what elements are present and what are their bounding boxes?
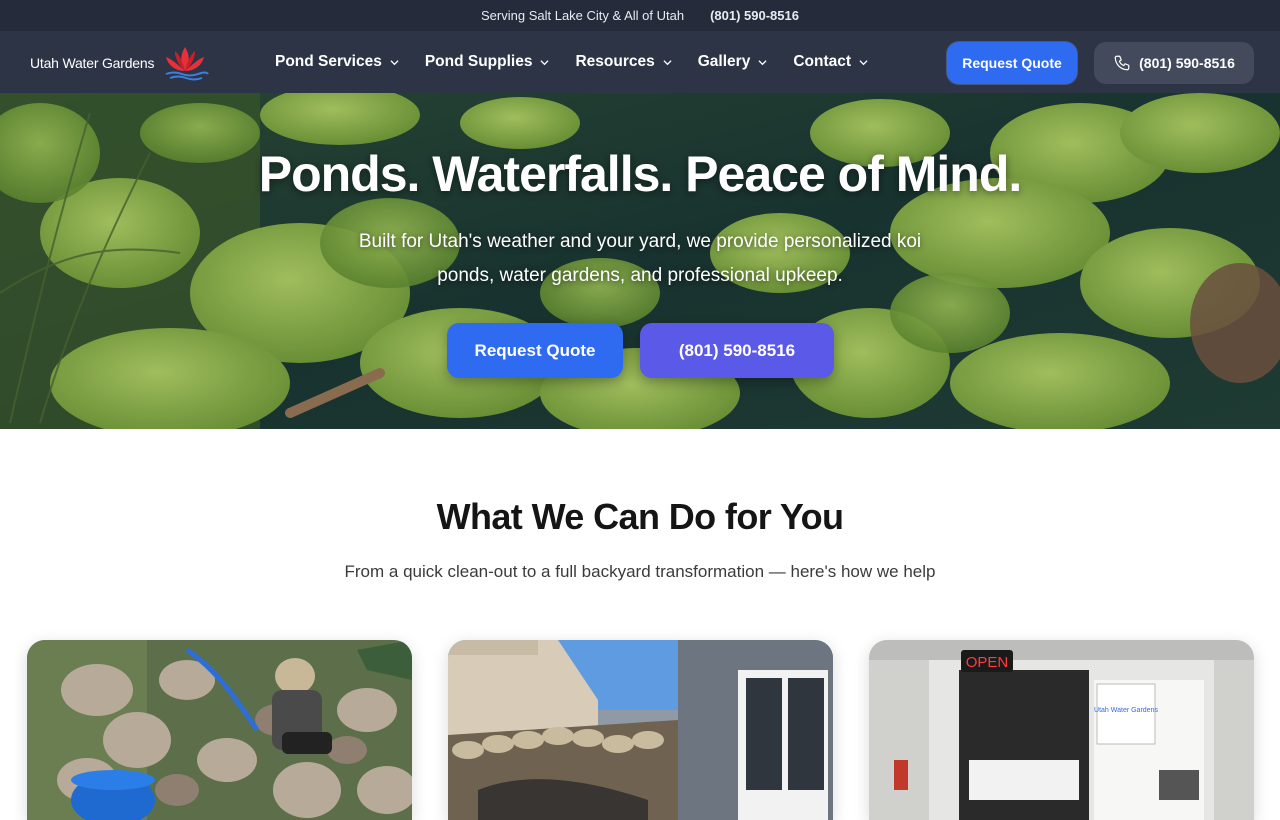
service-card-store[interactable]: Utah Water Gardens OPEN (869, 640, 1254, 820)
top-bar: Serving Salt Lake City & All of Utah (80… (0, 0, 1280, 31)
storefront-photo: Utah Water Gardens OPEN (869, 640, 1254, 820)
chevron-down-icon (663, 59, 672, 65)
service-card-pond-construction[interactable] (448, 640, 833, 820)
chevron-down-icon (859, 59, 868, 65)
main-navigation: Utah Water Gardens Pond Services Pond Su… (0, 31, 1280, 93)
pond-construction-photo (448, 640, 833, 820)
nav-pond-services-label: Pond Services (275, 53, 382, 70)
service-card-pond-cleaning[interactable] (27, 640, 412, 820)
nav-contact-label: Contact (793, 53, 852, 70)
call-phone-button[interactable]: (801) 590-8516 (1094, 42, 1254, 84)
storefront-sign-text: Utah Water Gardens (1094, 707, 1158, 714)
services-heading: What We Can Do for You (436, 496, 844, 537)
chevron-down-icon (540, 59, 550, 65)
nav-pond-supplies[interactable]: Pond Supplies (425, 53, 550, 71)
nav-gallery[interactable]: Gallery (698, 53, 768, 71)
hero-title: Ponds. Waterfalls. Peace of Mind. (258, 146, 1023, 202)
request-quote-button[interactable]: Request Quote (947, 42, 1077, 84)
open-sign-text: OPEN (966, 654, 1009, 671)
pond-cleaning-photo (27, 640, 412, 820)
nav-menu: Pond Services Pond Supplies Resources Ga… (275, 31, 894, 93)
service-area-text: Serving Salt Lake City & All of Utah (481, 8, 685, 23)
hero-section: Ponds. Waterfalls. Peace of Mind. Built … (0, 93, 1280, 429)
hero-request-quote-button[interactable]: Request Quote (447, 323, 623, 378)
topbar-phone-link[interactable]: (801) 590-8516 (710, 8, 799, 23)
nav-pond-services[interactable]: Pond Services (275, 53, 399, 71)
chevron-down-icon (390, 59, 399, 65)
nav-contact[interactable]: Contact (793, 53, 868, 71)
phone-icon (1114, 55, 1130, 71)
hero-phone-button[interactable]: (801) 590-8516 (640, 323, 834, 378)
services-subheading: From a quick clean-out to a full backyar… (344, 562, 936, 581)
logo-text: Utah Water Gardens (30, 55, 155, 71)
lotus-icon (165, 47, 210, 81)
nav-resources[interactable]: Resources (575, 53, 672, 71)
chevron-down-icon (758, 59, 767, 65)
nav-gallery-label: Gallery (697, 53, 751, 70)
site-logo[interactable]: Utah Water Gardens (30, 45, 210, 81)
nav-pond-supplies-label: Pond Supplies (424, 53, 533, 70)
nav-resources-label: Resources (575, 53, 655, 70)
hero-subtitle: Built for Utah's weather and your yard, … (358, 231, 922, 286)
call-phone-label: (801) 590-8516 (1139, 55, 1235, 71)
